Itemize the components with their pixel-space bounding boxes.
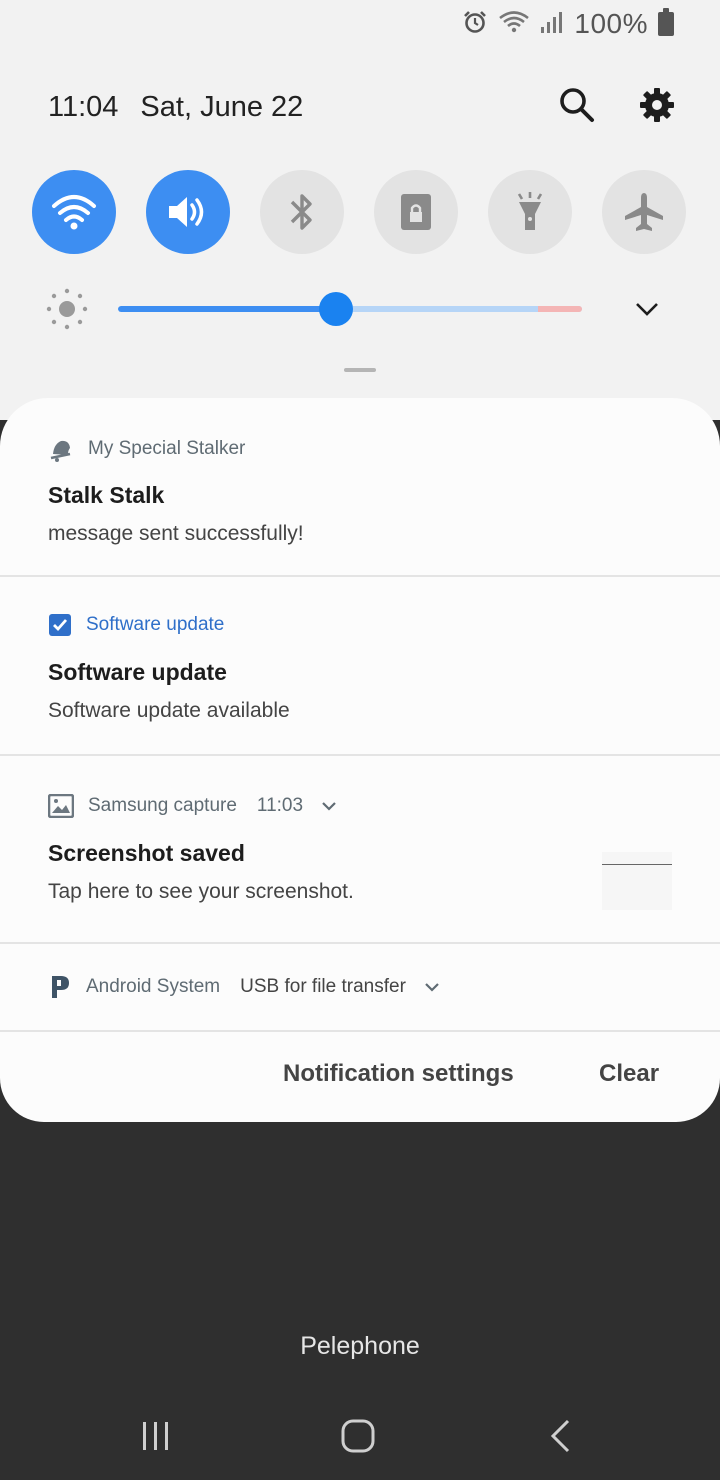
screenshot-thumbnail[interactable] bbox=[602, 852, 672, 910]
notification-header: Android System USB for file transfer bbox=[48, 974, 440, 1000]
header-row: 11:04 Sat, June 22 bbox=[48, 82, 676, 132]
notification-time: 11:03 bbox=[256, 795, 304, 816]
back-button[interactable] bbox=[536, 1412, 584, 1460]
notification-title: Stalk Stalk bbox=[48, 482, 165, 508]
speaker-icon bbox=[169, 197, 204, 227]
notification-card: My Special Stalker Stalk Stalk message s… bbox=[0, 398, 720, 1122]
lock-icon bbox=[401, 194, 431, 230]
notification-text: Software update available bbox=[48, 699, 290, 722]
brightness-thumb[interactable] bbox=[319, 292, 354, 326]
notification-title: Software update bbox=[48, 659, 227, 685]
notification-app-name: Android System bbox=[86, 976, 221, 997]
flashlight-toggle[interactable] bbox=[488, 170, 572, 254]
notification-item[interactable]: Android System USB for file transfer bbox=[0, 942, 720, 1032]
notification-item[interactable]: Software update Software update Software… bbox=[0, 575, 720, 756]
sound-toggle[interactable] bbox=[146, 170, 230, 254]
notification-settings-button[interactable]: Notification settings bbox=[283, 1060, 514, 1088]
notification-subtitle: USB for file transfer bbox=[240, 976, 406, 997]
navigation-bar bbox=[0, 1390, 720, 1480]
notification-app-name: Software update bbox=[86, 614, 225, 635]
bell-icon bbox=[50, 440, 71, 462]
signal-icon bbox=[540, 10, 564, 39]
status-bar: 100% bbox=[0, 0, 720, 50]
wifi-icon bbox=[498, 9, 530, 40]
brightness-warning-zone bbox=[538, 306, 582, 312]
notification-app-name: My Special Stalker bbox=[88, 438, 246, 459]
notification-header: Software update bbox=[48, 613, 224, 637]
chevron-down-icon[interactable] bbox=[321, 798, 337, 814]
chevron-down-icon[interactable] bbox=[424, 979, 440, 995]
home-icon bbox=[341, 1419, 375, 1453]
notification-actions: Notification settings Clear bbox=[0, 1034, 720, 1116]
brightness-row bbox=[44, 286, 684, 332]
date[interactable]: Sat, June 22 bbox=[140, 91, 303, 124]
notification-header: My Special Stalker bbox=[48, 436, 245, 462]
battery-percentage: 100% bbox=[574, 8, 648, 39]
flashlight-icon bbox=[517, 192, 543, 230]
recents-button[interactable] bbox=[132, 1412, 180, 1460]
image-icon bbox=[48, 794, 74, 818]
checkbox-icon bbox=[49, 614, 71, 636]
bluetooth-toggle[interactable] bbox=[260, 170, 344, 254]
notification-text: Tap here to see your screenshot. bbox=[48, 880, 354, 903]
android-p-icon bbox=[52, 976, 69, 998]
back-icon bbox=[550, 1419, 570, 1453]
header-actions bbox=[558, 86, 676, 129]
airplane-mode-toggle[interactable] bbox=[602, 170, 686, 254]
brightness-fill bbox=[118, 306, 337, 312]
panel-handle[interactable] bbox=[344, 368, 376, 372]
notification-item[interactable]: Samsung capture 11:03 Screenshot saved T… bbox=[0, 754, 720, 944]
bluetooth-icon bbox=[290, 194, 312, 230]
carrier-label: Pelephone bbox=[300, 1332, 420, 1360]
notification-header: Samsung capture 11:03 bbox=[48, 794, 337, 818]
search-icon[interactable] bbox=[558, 86, 596, 129]
notification-text: message sent successfully! bbox=[48, 522, 304, 545]
quick-toggles bbox=[32, 170, 686, 254]
notification-title: Screenshot saved bbox=[48, 840, 245, 866]
wifi-toggle[interactable] bbox=[32, 170, 116, 254]
battery-icon bbox=[658, 8, 674, 36]
wifi-icon bbox=[52, 195, 96, 230]
airplane-icon bbox=[625, 193, 663, 231]
status-icons: 100% bbox=[462, 8, 674, 40]
notification-item[interactable]: My Special Stalker Stalk Stalk message s… bbox=[0, 398, 720, 577]
gear-icon[interactable] bbox=[638, 86, 676, 129]
notification-app-name: Samsung capture bbox=[88, 795, 237, 816]
rotation-lock-toggle[interactable] bbox=[374, 170, 458, 254]
clear-button[interactable]: Clear bbox=[599, 1060, 659, 1088]
brightness-icon bbox=[46, 288, 88, 330]
thumbnail-divider bbox=[602, 864, 672, 865]
chevron-down-icon[interactable] bbox=[634, 296, 660, 322]
recents-icon bbox=[143, 1422, 168, 1450]
clock: 11:04 bbox=[48, 90, 119, 123]
alarm-icon bbox=[462, 9, 488, 40]
home-button[interactable] bbox=[334, 1412, 382, 1460]
